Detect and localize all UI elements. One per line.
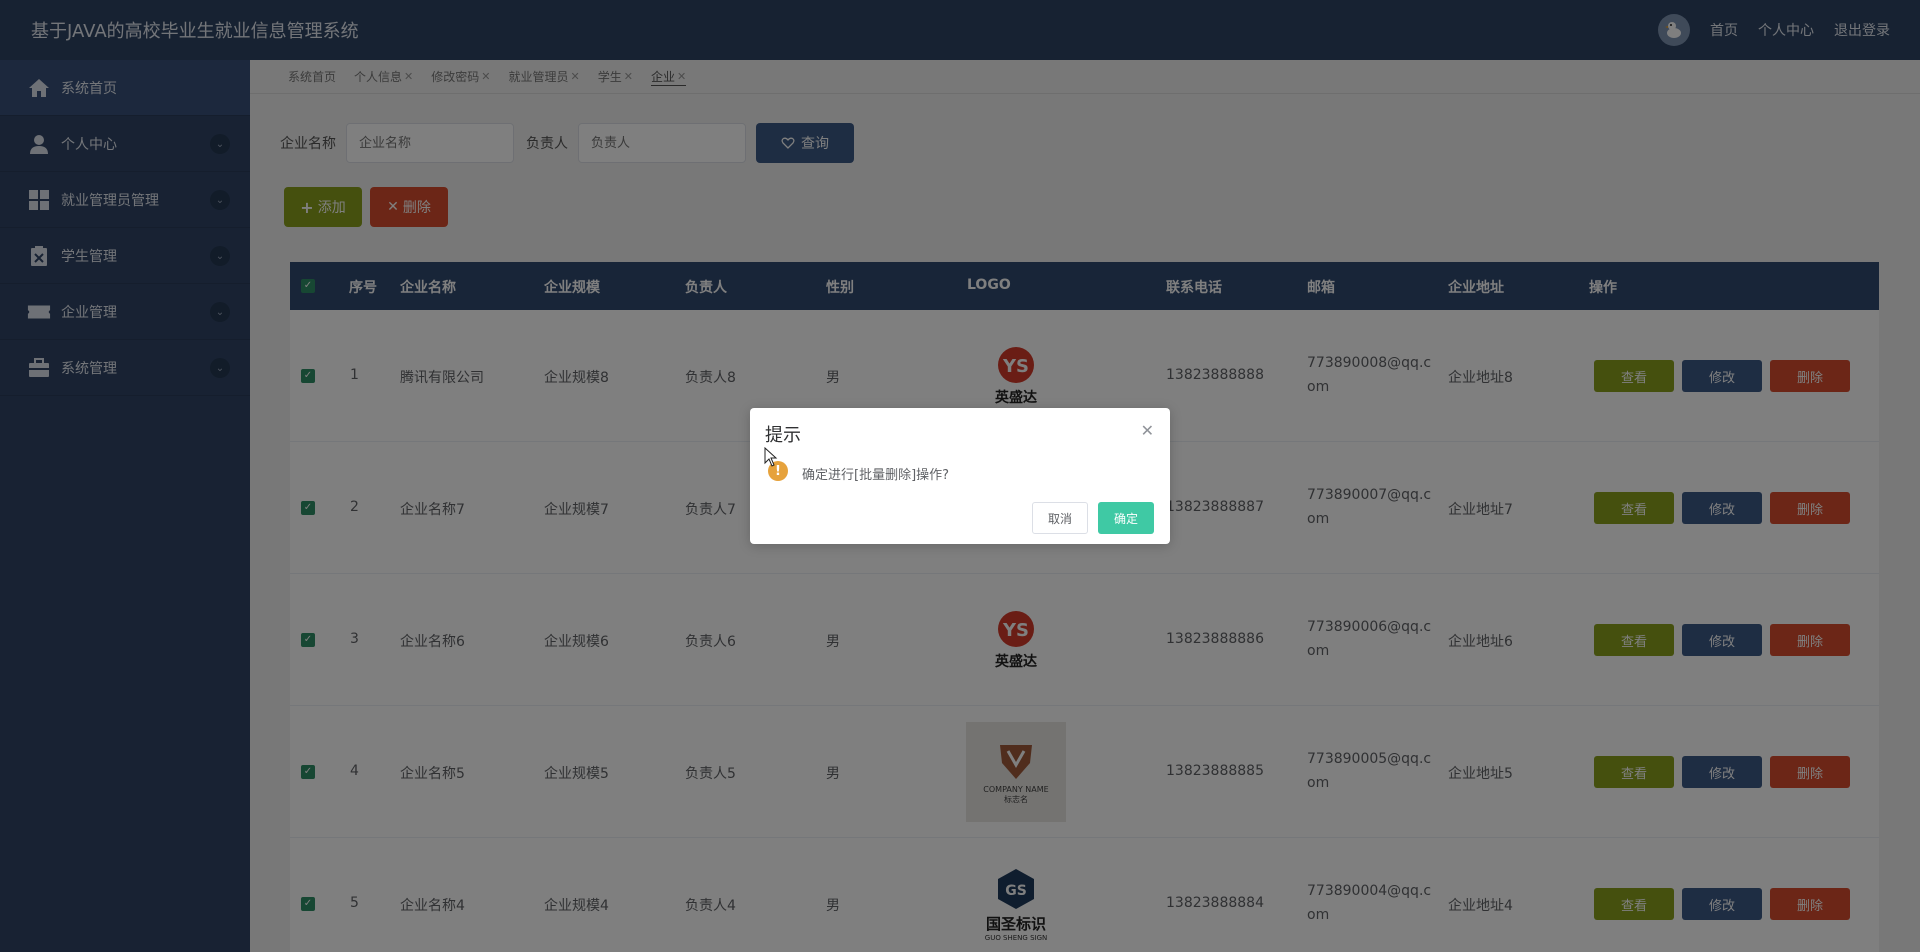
dialog-message: 确定进行[批量删除]操作? (802, 468, 950, 483)
cancel-button[interactable]: 取消 (1032, 502, 1088, 534)
confirm-dialog: 提示 ✕ ! 确定进行[批量删除]操作? 取消 确定 (750, 408, 1170, 544)
confirm-button[interactable]: 确定 (1098, 502, 1154, 534)
close-icon[interactable]: ✕ (1141, 421, 1154, 440)
dialog-title: 提示 (765, 425, 801, 446)
cursor-icon (764, 447, 778, 467)
